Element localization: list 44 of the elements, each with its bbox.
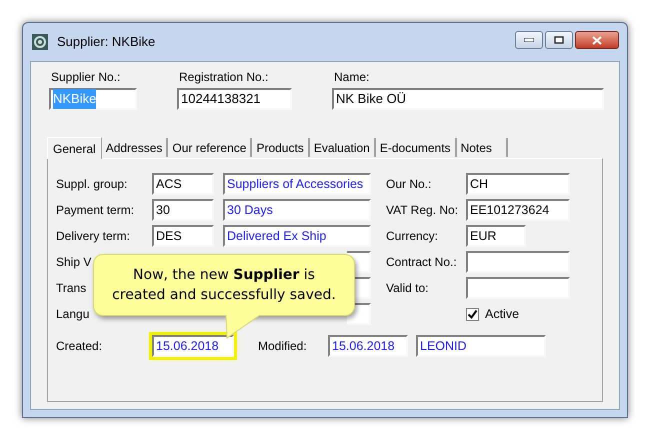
callout-text: Now, the new Supplier is created and successfully saved. [111, 266, 337, 305]
field-label: Langu [56, 306, 90, 323]
field-label: Ship V [56, 254, 92, 271]
tab[interactable]: General [47, 137, 102, 159]
field-label: Created: [56, 338, 104, 355]
field-label: Modified: [258, 338, 308, 355]
field-label: Supplier No.: [50, 69, 122, 86]
window-title: Supplier: NKBike [57, 33, 156, 52]
field-label: Name: [333, 69, 370, 86]
field-label: Valid to: [386, 280, 430, 297]
description-field[interactable]: Delivered Ex Ship [223, 225, 371, 247]
field-label: Contract No.: [386, 254, 458, 271]
text-field[interactable] [466, 277, 570, 299]
close-icon [592, 36, 602, 44]
date-field[interactable]: 15.06.2018 [152, 335, 234, 357]
date-field[interactable]: 15.06.2018 [328, 335, 408, 357]
code-field[interactable]: DES [152, 225, 214, 247]
user-field[interactable]: LEONID [416, 335, 546, 357]
field-label: Currency: [386, 228, 440, 245]
text-field[interactable]: NK Bike OÜ [332, 88, 604, 110]
code-field[interactable]: 30 [152, 199, 214, 221]
checkbox[interactable] [466, 308, 479, 320]
maximize-button[interactable] [545, 31, 573, 49]
field-label: Registration No.: [178, 69, 270, 86]
field-label: Our No.: [386, 176, 432, 193]
description-field[interactable]: 30 Days [223, 199, 371, 221]
checkbox-label: Active [485, 306, 520, 323]
text-field[interactable]: 10244138321 [177, 88, 292, 110]
app-icon [31, 33, 49, 51]
text-field[interactable] [466, 251, 570, 273]
text-field[interactable]: EUR [466, 225, 526, 247]
field-label: Trans [56, 280, 86, 297]
field-label: Delivery term: [56, 228, 130, 245]
minimize-button[interactable] [515, 31, 543, 49]
close-button[interactable] [575, 31, 619, 49]
field-label: VAT Reg. No: [386, 202, 460, 219]
maximize-icon [554, 36, 564, 44]
field-label: Suppl. group: [56, 176, 128, 193]
field-label: Payment term: [56, 202, 134, 219]
text-field[interactable]: EE101273624 [466, 199, 570, 221]
minimize-icon [524, 38, 534, 42]
code-field[interactable]: ACS [152, 173, 214, 195]
description-field[interactable]: Suppliers of Accessories [223, 173, 371, 195]
text-field[interactable]: CH [466, 173, 570, 195]
